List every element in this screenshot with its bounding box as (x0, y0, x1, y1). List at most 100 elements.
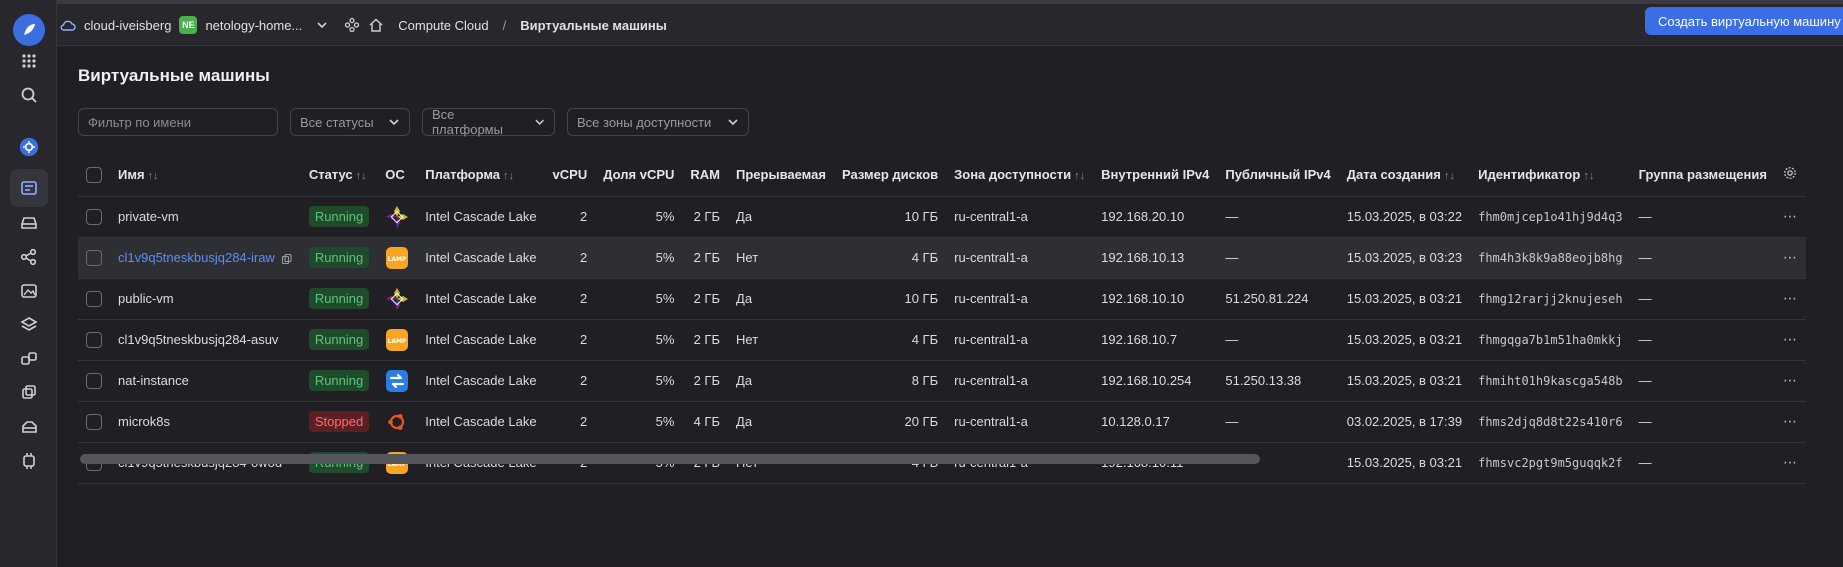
vm-list-icon[interactable] (10, 169, 48, 207)
more-actions-icon[interactable]: ⋯ (1783, 454, 1798, 470)
row-checkbox[interactable] (86, 290, 102, 307)
vm-name-cell[interactable]: microk8s (110, 401, 301, 443)
copy-icon[interactable] (281, 253, 293, 265)
sidebar (0, 0, 57, 567)
compute-service-icon[interactable] (10, 128, 48, 166)
created-cell: 15.03.2025, в 03:21 (1338, 360, 1471, 402)
row-checkbox[interactable] (86, 208, 102, 225)
images-icon[interactable] (10, 272, 48, 310)
status-badge: Running (308, 206, 370, 227)
page-title: Виртуальные машины (78, 66, 270, 85)
search-icon[interactable] (10, 76, 48, 114)
col-platform[interactable]: Платформа ↑↓ (417, 154, 545, 197)
more-actions-icon[interactable]: ⋯ (1783, 372, 1798, 388)
row-checkbox[interactable] (86, 372, 102, 389)
more-actions-icon[interactable]: ⋯ (1783, 208, 1798, 224)
platform-cell: Intel Cascade Lake (417, 237, 545, 279)
snapshots-icon[interactable] (10, 306, 48, 344)
col-created[interactable]: Дата создания ↑↓ (1338, 154, 1471, 197)
gpu-clusters-icon[interactable] (10, 374, 48, 412)
folder-name[interactable]: netology-home... (205, 18, 302, 33)
horizontal-scrollbar[interactable] (80, 454, 1260, 464)
vm-name-cell[interactable]: cl1v9q5tneskbusjq284-iraw (110, 237, 301, 279)
vcpu-share-cell: 5% (595, 319, 683, 361)
apps-grid-icon[interactable] (10, 42, 48, 80)
table-row[interactable]: microk8s Stopped Intel Cascade Lake 2 5% 4 ГБ… (78, 401, 1806, 443)
id-cell: fhm0mjcep1o41hj9d4q3 (1470, 196, 1631, 238)
os-cell (377, 360, 418, 402)
vm-name[interactable]: cl1v9q5tneskbusjq284-asuv (118, 332, 278, 347)
vm-name-cell[interactable]: nat-instance (110, 360, 301, 402)
col-zone[interactable]: Зона доступности ↑↓ (946, 154, 1094, 197)
table-row[interactable]: private-vm Running Intel Cascade Lake 2 5% 2 … (78, 196, 1806, 238)
disk-size-cell: 4 ГБ (833, 319, 947, 361)
status-badge: Running (308, 370, 370, 391)
vm-name[interactable]: cl1v9q5tneskbusjq284-iraw (118, 250, 275, 265)
zone-select[interactable]: Все зоны доступности (567, 108, 749, 136)
services-icon[interactable] (344, 17, 360, 33)
vm-name[interactable]: microk8s (118, 414, 170, 429)
col-name[interactable]: Имя ↑↓ (110, 154, 301, 197)
status-cell: Running (300, 237, 378, 279)
created-cell: 03.02.2025, в 17:39 (1338, 401, 1471, 443)
folder-badge: NE (179, 16, 198, 34)
table-row[interactable]: cl1v9q5tneskbusjq284-asuv Running LAMP Inte… (78, 319, 1806, 361)
more-actions-icon[interactable]: ⋯ (1783, 290, 1798, 306)
more-actions-icon[interactable]: ⋯ (1783, 249, 1798, 265)
row-checkbox[interactable] (86, 249, 102, 266)
file-storage-icon[interactable] (10, 408, 48, 446)
vm-name[interactable]: public-vm (118, 291, 174, 306)
disks-icon[interactable] (10, 204, 48, 242)
select-all-checkbox[interactable] (86, 167, 102, 184)
col-internal-ip: Внутренний IPv4 (1093, 154, 1218, 197)
vm-name-cell[interactable]: public-vm (110, 278, 301, 320)
breadcrumb-service[interactable]: Compute Cloud (398, 18, 488, 33)
disk-size-cell: 8 ГБ (833, 360, 947, 402)
create-vm-button[interactable]: Создать виртуальную машину (1645, 7, 1843, 35)
home-icon[interactable] (368, 17, 384, 33)
public-ip-cell: — (1217, 196, 1339, 238)
vm-name[interactable]: private-vm (118, 209, 179, 224)
col-status[interactable]: Статус ↑↓ (300, 154, 378, 197)
platform-select[interactable]: Все платформы (422, 107, 555, 137)
row-menu-cell: ⋯ (1774, 360, 1806, 402)
name-filter-input[interactable]: Фильтр по имени (78, 108, 278, 136)
settings-chip-icon[interactable] (10, 442, 48, 480)
vm-name[interactable]: nat-instance (118, 373, 189, 388)
table-row[interactable]: nat-instance Running Intel Cascade Lake 2 5%… (78, 360, 1806, 402)
created-cell: 15.03.2025, в 03:21 (1338, 319, 1471, 361)
row-checkbox[interactable] (86, 413, 102, 430)
vcpu-cell: 2 (544, 278, 596, 320)
more-actions-icon[interactable]: ⋯ (1783, 331, 1798, 347)
col-id-label: Идентификатор (1478, 167, 1581, 183)
row-menu-cell: ⋯ (1774, 319, 1806, 361)
status-badge: Running (308, 329, 370, 350)
placement-cell: — (1630, 360, 1775, 402)
os-cell (377, 278, 418, 320)
more-actions-icon[interactable]: ⋯ (1783, 413, 1798, 429)
col-status-label: Статус (308, 167, 353, 183)
id-cell: fhmiht01h9kascga548b (1470, 360, 1631, 402)
internal-ip-cell: 192.168.10.13 (1093, 237, 1218, 279)
row-checkbox[interactable] (86, 331, 102, 348)
placement-groups-icon[interactable] (10, 340, 48, 378)
select-all-cell (78, 154, 110, 197)
placement-cell: — (1630, 278, 1775, 320)
vm-name-cell[interactable]: private-vm (110, 196, 301, 238)
status-select[interactable]: Все статусы (290, 108, 410, 136)
ram-cell: 4 ГБ (682, 401, 729, 443)
public-ip-cell: 51.250.13.38 (1217, 360, 1339, 402)
preemptible-cell: Да (728, 360, 834, 402)
instance-groups-icon[interactable] (10, 238, 48, 276)
table-row[interactable]: public-vm Running Intel Cascade Lake 2 5% 2 Г… (78, 278, 1806, 320)
scrollbar-thumb[interactable] (80, 454, 1260, 464)
table-row[interactable]: cl1v9q5tneskbusjq284-iraw Running LAMP Inte… (78, 237, 1806, 279)
gear-icon[interactable] (1783, 166, 1797, 180)
chevron-down-icon[interactable] (316, 19, 328, 31)
vm-name-cell[interactable]: cl1v9q5tneskbusjq284-asuv (110, 319, 301, 361)
public-ip-cell: — (1217, 401, 1339, 443)
main-content: Виртуальные машины Фильтр по имени Все с… (57, 46, 1843, 567)
cloud-name[interactable]: cloud-iveisberg (84, 18, 171, 33)
col-settings[interactable] (1774, 154, 1806, 197)
col-id[interactable]: Идентификатор ↑↓ (1470, 154, 1631, 197)
